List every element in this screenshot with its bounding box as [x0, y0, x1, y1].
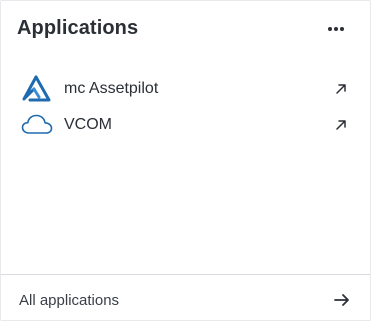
arrow-right-icon [334, 294, 349, 306]
footer-label: All applications [19, 291, 120, 309]
app-label: VCOM [64, 116, 112, 133]
card-title: Applications [17, 17, 139, 39]
external-link-icon [336, 84, 346, 94]
cloud-icon [21, 111, 53, 139]
more-horizontal-icon [328, 27, 344, 31]
app-link-mc-assetpilot[interactable]: mc Assetpilot [21, 71, 348, 107]
more-options-button[interactable] [326, 20, 346, 36]
footer-divider [1, 274, 370, 275]
app-list: mc Assetpilot VCOM [21, 71, 348, 143]
app-label: mc Assetpilot [64, 80, 159, 97]
all-applications-link[interactable]: All applications [19, 282, 350, 318]
card-header: Applications [17, 14, 354, 42]
app-link-vcom[interactable]: VCOM [21, 107, 348, 143]
external-link-icon [336, 120, 346, 130]
assetpilot-logo-icon [21, 75, 53, 103]
applications-card: Applications mc Assetpilot VCOM All appl… [0, 0, 371, 321]
